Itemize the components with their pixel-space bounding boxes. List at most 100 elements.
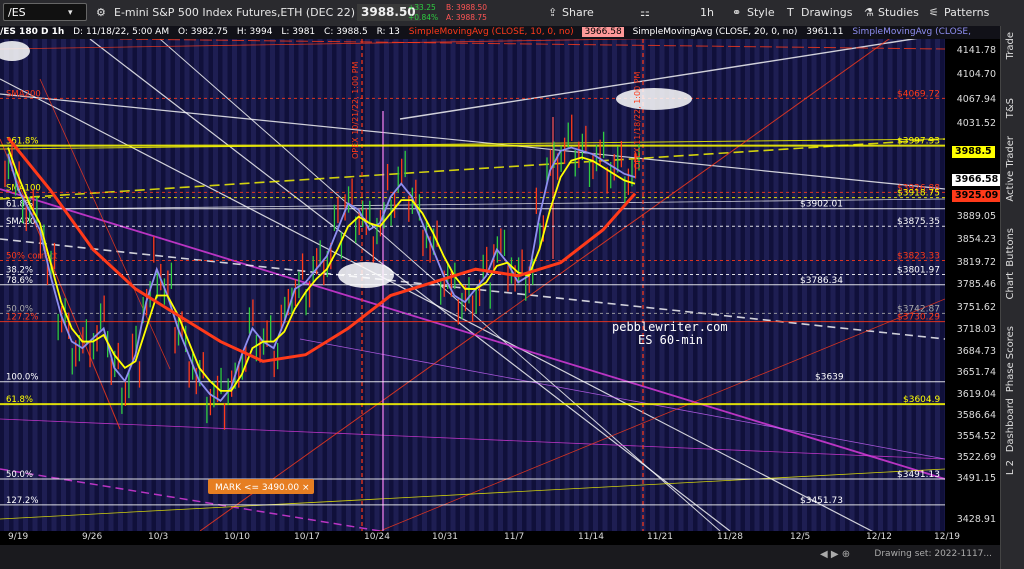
level-annotation: 78.6%	[6, 276, 33, 286]
side-tab[interactable]: Phase Scores	[1005, 326, 1016, 392]
pan-icons[interactable]: ◀ ▶ ⊕	[820, 549, 850, 560]
date-tick-label: 12/5	[790, 532, 811, 542]
watermark-timeframe: ES 60-min	[638, 333, 703, 347]
date-tick-label: 10/10	[224, 532, 250, 542]
date-tick-label: 12/12	[866, 532, 892, 542]
bar-date: D: 11/18/22, 5:00 AM	[73, 27, 170, 37]
status-bar: Drawing set: 2022-1117... ◀ ▶ ⊕	[0, 545, 1000, 569]
level-label: $3786.34	[800, 276, 843, 286]
level-annotation: 100.0%	[6, 373, 38, 383]
price-tick-label: 3522.69	[956, 452, 996, 464]
bar-low: L: 3981	[281, 27, 316, 37]
share-button[interactable]: Share	[562, 0, 594, 26]
pct-change: +0.84%	[408, 13, 439, 22]
price-tick-label: 3819.72	[956, 256, 996, 268]
date-tick-label: 11/7	[504, 532, 525, 542]
date-tick-label: 9/19	[8, 532, 29, 542]
level-annotation: 127.2%	[6, 313, 38, 323]
drawings-button[interactable]: Drawings	[801, 0, 852, 26]
ask-price: A: 3988.75	[446, 13, 487, 22]
trend-line	[0, 468, 381, 531]
price-tick-label: 4104.70	[956, 69, 996, 81]
date-tick-label: 11/28	[717, 532, 743, 542]
side-tab[interactable]: L 2	[1005, 460, 1016, 475]
level-label: $3918.75	[897, 189, 940, 199]
chart-id: /ES 180 D 1h	[0, 27, 65, 37]
side-tab[interactable]: T&S	[1005, 98, 1016, 118]
studies-icon[interactable]: ⚗	[864, 0, 874, 26]
price-tick-label: 4031.52	[956, 117, 996, 129]
price-axis[interactable]: 4141.78 4104.70 4067.94 4031.52 3889.05 3854.…	[945, 39, 1002, 544]
share-icon[interactable]: ⇪	[548, 0, 557, 26]
level-annotation: 127.2%	[6, 496, 38, 506]
level-label: $3451.73	[800, 496, 843, 506]
patterns-button[interactable]: Patterns	[944, 0, 989, 26]
level-label: $3730.29	[897, 313, 940, 323]
price-tick-label: 3854.23	[956, 234, 996, 246]
level-label: $3902.01	[800, 200, 843, 210]
study-sma20[interactable]: SimpleMovingAvg (CLOSE, 20, 0, no)	[633, 27, 798, 37]
date-tick-label: 10/3	[148, 532, 169, 542]
price-tag: 3988.5	[952, 145, 995, 158]
side-tab[interactable]: Dashboard	[1005, 398, 1016, 452]
price-tick-label: 3428.91	[956, 513, 996, 525]
side-tabs: Trade T&S Active Trader Buttons Chart Phase S…	[1000, 26, 1024, 569]
sliders-icon[interactable]: ⚙	[96, 0, 106, 26]
date-tick-label: 11/21	[647, 532, 673, 542]
date-tick-label: 12/19	[934, 532, 960, 542]
mark-alert-label: MARK <= 3490.00 ×	[215, 483, 310, 493]
drawings-icon[interactable]: T	[787, 0, 794, 26]
level-label: $3639	[815, 373, 844, 383]
level-label: $3823.33	[897, 251, 940, 261]
watermark-site: pebblewriter.com	[612, 320, 728, 334]
side-tab[interactable]: Buttons	[1005, 228, 1016, 267]
level-label: $3604.9	[903, 395, 940, 405]
date-tick-label: 10/17	[294, 532, 320, 542]
studies-button[interactable]: Studies	[878, 0, 919, 26]
price-tick-label: 3491.15	[956, 472, 996, 484]
study-sma-next[interactable]: SimpleMovingAvg (CLOSE,	[852, 27, 971, 37]
price-tick-label: 3619.04	[956, 388, 996, 400]
patterns-icon[interactable]: ⚟	[929, 0, 939, 26]
level-label: $3997.93	[897, 137, 940, 147]
level-annotation: SMA200	[6, 89, 41, 99]
study-sma10[interactable]: SimpleMovingAvg (CLOSE, 10, 0, no)	[409, 27, 574, 37]
price-tag: 3925.09	[952, 189, 1002, 202]
date-tick-label: 10/31	[432, 532, 458, 542]
price-tick-label: 3785.46	[956, 279, 996, 291]
instrument-description: E-mini S&P 500 Index Futures,ETH (DEC 22…	[114, 6, 356, 19]
style-button[interactable]: Style	[747, 0, 775, 26]
plot-area[interactable]: $4069.72 $3997.93 $3926.88 $3918.75 $3902.01…	[0, 39, 945, 531]
chart-type-icon[interactable]: ⚏	[640, 0, 650, 26]
date-axis[interactable]: 9/19 9/26 10/3 10/10 10/17 10/24 10/31 11/7 11/1…	[0, 531, 1000, 545]
price-tick-label: 3684.73	[956, 345, 996, 357]
price-tick-label: 3889.05	[956, 211, 996, 223]
side-tab[interactable]: Chart	[1005, 272, 1016, 299]
bar-open: O: 3982.75	[177, 27, 229, 37]
price-tick-label: 3718.03	[956, 323, 996, 335]
price-tick-label: 3751.62	[956, 301, 996, 313]
price-tag: 3966.58	[952, 174, 1002, 187]
study-sma20-value: 3961.11	[806, 27, 844, 37]
opex-label-nov: OPEX 11/18/22, 1:00 PM	[633, 71, 642, 169]
side-tab[interactable]: Active Trader	[1005, 136, 1016, 202]
date-tick-label: 10/24	[364, 532, 390, 542]
date-tick-label: 11/14	[578, 532, 604, 542]
chart-svg: $4069.72$3997.93$3926.88$3918.75$3902.01…	[0, 39, 945, 531]
side-tab[interactable]: Trade	[1005, 32, 1016, 59]
interval-button[interactable]: 1h	[700, 0, 714, 26]
level-annotation: SMA20	[6, 217, 35, 227]
date-tick-label: 9/26	[82, 532, 103, 542]
bar-close: C: 3988.5	[324, 27, 368, 37]
symbol-input[interactable]: /ES	[3, 3, 87, 21]
level-label: $3801.97	[897, 265, 940, 275]
chart-header-info: /ES 180 D 1h D: 11/18/22, 5:00 AM O: 398…	[0, 26, 1000, 39]
chevron-down-icon[interactable]: ▾	[68, 0, 73, 26]
level-annotation: 38.2%	[6, 265, 33, 275]
price-tick-label: 4067.94	[956, 93, 996, 105]
level-label: $4069.72	[897, 89, 940, 99]
highlight-oval	[338, 262, 394, 288]
bar-range: R: 13	[376, 27, 400, 37]
price-tick-label: 4141.78	[956, 44, 996, 56]
style-icon[interactable]: ⚭	[732, 0, 741, 26]
